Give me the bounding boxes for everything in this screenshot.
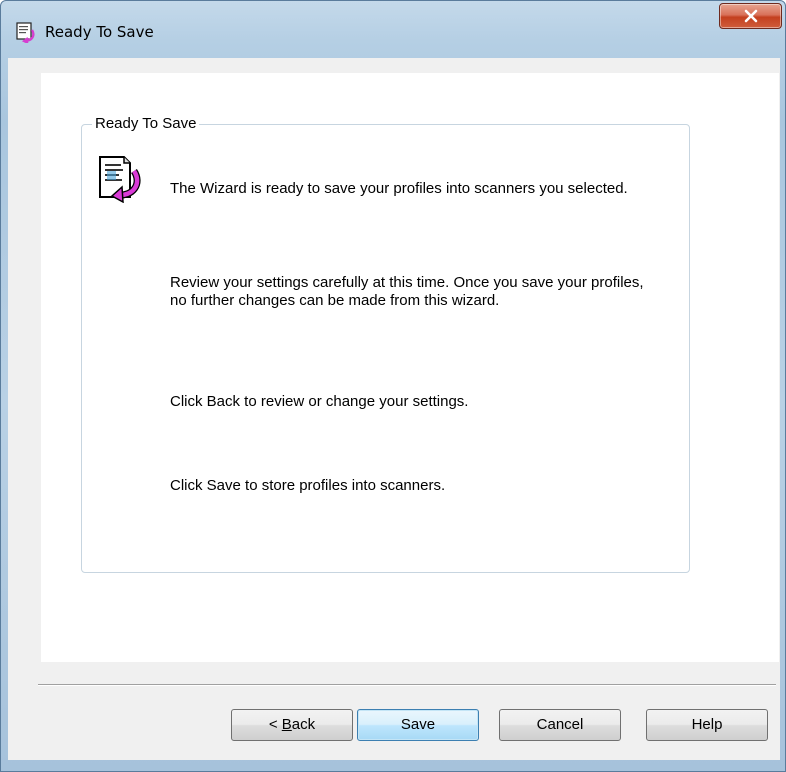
back-button[interactable]: < Back (231, 709, 353, 741)
close-icon (744, 9, 758, 23)
intro-text: The Wizard is ready to save your profile… (170, 180, 628, 197)
group-title: Ready To Save (92, 115, 200, 133)
client-area: Ready To Save The Wizard is ready to sav… (8, 58, 780, 760)
back-button-prefix: < (268, 716, 282, 733)
save-hint-text: Click Save to store profiles into scanne… (170, 477, 446, 494)
back-hint-text: Click Back to review or change your sett… (170, 393, 469, 410)
title-bar[interactable]: Ready To Save (1, 1, 785, 59)
wizard-window: Ready To Save Ready To Save The Wizard i… (0, 0, 786, 772)
button-separator (38, 684, 776, 686)
review-text: Review your settings carefully at this t… (170, 274, 644, 309)
back-button-mnemonic: B (281, 716, 292, 733)
help-button[interactable]: Help (646, 709, 768, 741)
document-arrow-icon (94, 153, 144, 204)
close-button[interactable] (719, 3, 782, 29)
content-panel: Ready To Save The Wizard is ready to sav… (41, 73, 779, 662)
cancel-button[interactable]: Cancel (499, 709, 621, 741)
back-button-rest: ack (291, 716, 316, 733)
wizard-document-icon (15, 21, 37, 44)
save-button[interactable]: Save (357, 709, 479, 741)
window-title: Ready To Save (45, 23, 154, 41)
